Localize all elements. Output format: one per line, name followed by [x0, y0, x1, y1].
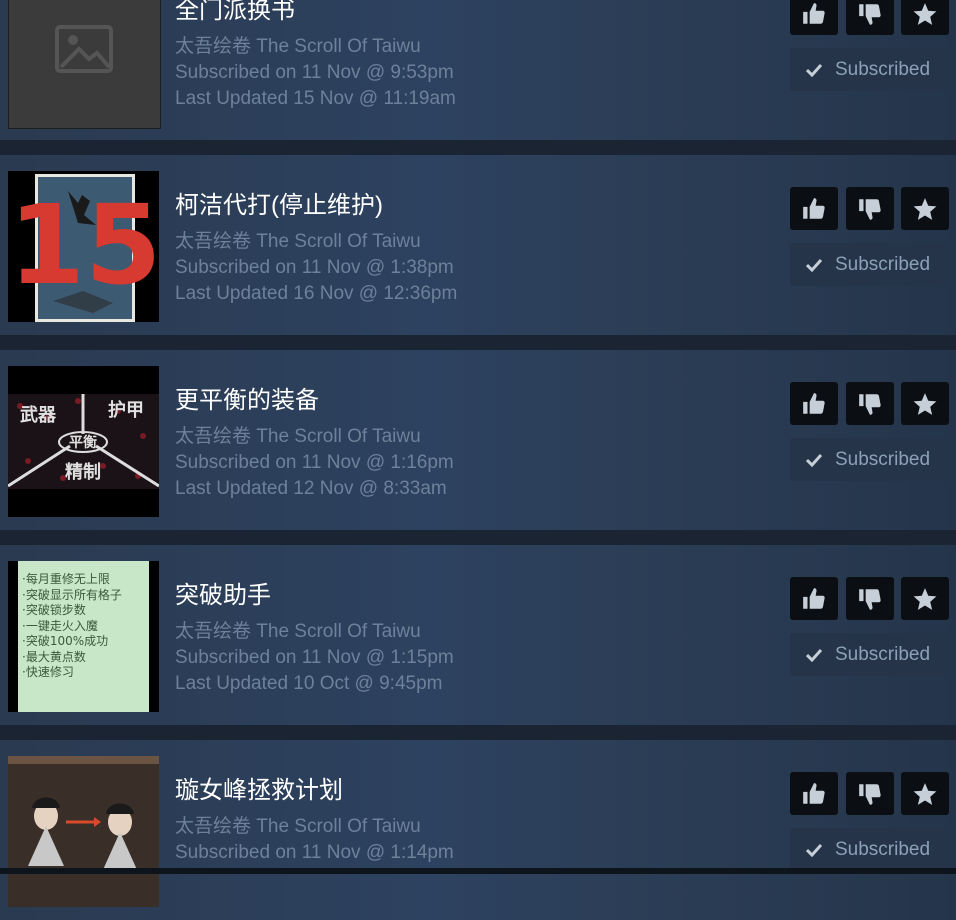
checkmark-icon: [806, 63, 822, 77]
star-icon: [913, 197, 937, 220]
downvote-button[interactable]: [846, 382, 894, 425]
item-title[interactable]: 突破助手: [175, 581, 271, 611]
star-icon: [913, 782, 937, 805]
thumbs-down-icon: [859, 588, 881, 610]
favorite-button[interactable]: [901, 577, 949, 620]
item-title[interactable]: 更平衡的装备: [175, 386, 319, 416]
thumbs-down-icon: [859, 393, 881, 415]
last-updated: Last Updated 10 Oct @ 9:45pm: [175, 673, 443, 694]
thumb-word-armor: 护甲: [108, 399, 144, 421]
subscribed-label: Subscribed: [835, 253, 931, 275]
item-game: 太吾绘卷 The Scroll Of Taiwu: [175, 816, 421, 837]
thumb-line: ·快速修习: [22, 664, 74, 679]
subscribed-label: Subscribed: [835, 643, 931, 665]
rescue-plan-image: [8, 756, 159, 907]
thumbs-up-icon: [803, 587, 825, 609]
item-title[interactable]: 璇女峰拯救计划: [175, 776, 343, 806]
thumb-line: ·突破100%成功: [22, 633, 108, 648]
checkmark-icon: [806, 258, 822, 272]
workshop-item: 武器 护甲 平衡 精制 更平衡的装备 太吾绘卷 The Scroll Of Ta…: [0, 335, 956, 530]
favorite-button[interactable]: [901, 772, 949, 815]
downvote-button[interactable]: [846, 187, 894, 230]
subscribed-label: Subscribed: [835, 448, 931, 470]
thumb-line: ·每月重修无上限: [22, 571, 110, 586]
item-thumbnail[interactable]: 15: [8, 171, 159, 322]
image-placeholder-icon: [9, 0, 160, 128]
thumbs-up-icon: [803, 392, 825, 414]
thumb-line: ·一键走火入魔: [22, 618, 98, 633]
downvote-button[interactable]: [846, 577, 894, 620]
subscribed-date: Subscribed on 11 Nov @ 1:15pm: [175, 647, 454, 668]
item-game: 太吾绘卷 The Scroll Of Taiwu: [175, 621, 421, 642]
subscribed-date: Subscribed on 11 Nov @ 1:38pm: [175, 257, 454, 278]
thumb-word-balance: 平衡: [69, 434, 97, 451]
subscribed-button[interactable]: Subscribed: [790, 633, 949, 676]
favorite-button[interactable]: [901, 382, 949, 425]
thumbs-down-icon: [859, 198, 881, 220]
thumbs-up-icon: [803, 782, 825, 804]
thumbs-up-icon: [803, 197, 825, 219]
item-thumbnail[interactable]: ·每月重修无上限 ·突破显示所有格子 ·突破锁步数 ·一键走火入魔 ·突破100…: [8, 561, 159, 712]
subscribed-label: Subscribed: [835, 838, 931, 860]
downvote-button[interactable]: [846, 0, 894, 35]
thumb-word-refine: 精制: [65, 461, 101, 483]
workshop-item: 璇女峰拯救计划 太吾绘卷 The Scroll Of Taiwu Subscri…: [0, 725, 956, 920]
workshop-item: 全门派换书 太吾绘卷 The Scroll Of Taiwu Subscribe…: [0, 0, 956, 140]
thumb-line: ·突破显示所有格子: [22, 587, 122, 602]
bottom-edge-bar: [0, 868, 956, 874]
item-thumbnail[interactable]: [8, 756, 159, 907]
item-title[interactable]: 全门派换书: [175, 0, 295, 26]
checkmark-icon: [806, 843, 822, 857]
favorite-button[interactable]: [901, 0, 949, 35]
upvote-button[interactable]: [790, 772, 838, 815]
star-icon: [913, 587, 937, 610]
thumb-line: ·突破锁步数: [22, 602, 86, 617]
star-icon: [913, 392, 937, 415]
subscribed-date: Subscribed on 11 Nov @ 1:16pm: [175, 452, 454, 473]
subscribed-date: Subscribed on 11 Nov @ 9:53pm: [175, 62, 454, 83]
upvote-button[interactable]: [790, 382, 838, 425]
thumbs-down-icon: [859, 3, 881, 25]
subscribed-label: Subscribed: [835, 58, 931, 80]
checkmark-icon: [806, 648, 822, 662]
star-icon: [913, 2, 937, 25]
poster-15-image: 15: [8, 171, 159, 322]
item-thumbnail[interactable]: [8, 0, 161, 129]
favorite-button[interactable]: [901, 187, 949, 230]
last-updated: Last Updated 15 Nov @ 11:19am: [175, 88, 456, 109]
subscribed-button[interactable]: Subscribed: [790, 828, 949, 871]
item-title[interactable]: 柯洁代打(停止维护): [175, 191, 383, 221]
item-game: 太吾绘卷 The Scroll Of Taiwu: [175, 426, 421, 447]
thumbs-down-icon: [859, 783, 881, 805]
item-game: 太吾绘卷 The Scroll Of Taiwu: [175, 231, 421, 252]
item-game: 太吾绘卷 The Scroll Of Taiwu: [175, 36, 421, 57]
upvote-button[interactable]: [790, 577, 838, 620]
upvote-button[interactable]: [790, 0, 838, 35]
workshop-item: ·每月重修无上限 ·突破显示所有格子 ·突破锁步数 ·一键走火入魔 ·突破100…: [0, 530, 956, 725]
last-updated: Last Updated 16 Nov @ 12:36pm: [175, 283, 458, 304]
subscribed-button[interactable]: Subscribed: [790, 243, 949, 286]
equipment-balance-image: 武器 护甲 平衡 精制: [8, 366, 159, 517]
thumbs-up-icon: [803, 2, 825, 24]
thumb-line: ·最大黄点数: [22, 649, 86, 664]
item-thumbnail[interactable]: 武器 护甲 平衡 精制: [8, 366, 159, 517]
downvote-button[interactable]: [846, 772, 894, 815]
subscribed-button[interactable]: Subscribed: [790, 438, 949, 481]
subscribed-button[interactable]: Subscribed: [790, 48, 949, 91]
breakthrough-helper-image: ·每月重修无上限 ·突破显示所有格子 ·突破锁步数 ·一键走火入魔 ·突破100…: [8, 561, 159, 712]
subscribed-date: Subscribed on 11 Nov @ 1:14pm: [175, 842, 454, 863]
workshop-item: 15 柯洁代打(停止维护) 太吾绘卷 The Scroll Of Taiwu S…: [0, 140, 956, 335]
upvote-button[interactable]: [790, 187, 838, 230]
last-updated: Last Updated 12 Nov @ 8:33am: [175, 478, 447, 499]
thumb-word-weapon: 武器: [20, 405, 57, 426]
checkmark-icon: [806, 453, 822, 467]
